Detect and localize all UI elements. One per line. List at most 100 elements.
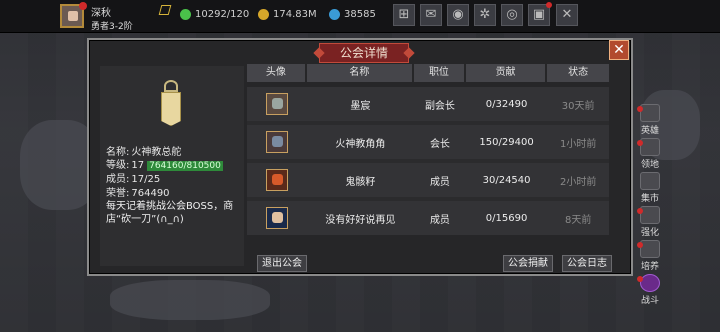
guild-donate-button[interactable]: 公会捐献: [503, 255, 553, 272]
table-row[interactable]: 墨宸 副会长 0/32490 30天前: [247, 87, 609, 121]
shop-button[interactable]: ⊞: [393, 4, 415, 26]
member-status: 30天前: [561, 100, 595, 112]
side-item-label: 战斗: [640, 296, 659, 306]
member-position: 成员: [429, 214, 450, 226]
side-item-enhance[interactable]: 强化: [636, 206, 664, 240]
gold-value: 174.83M: [273, 9, 317, 20]
guild-members-line: 成员: 17/25: [106, 170, 160, 185]
member-rows: 墨宸 副会长 0/32490 30天前 火神教角角 会长 150/29400 1…: [247, 87, 609, 235]
energy-icon: [180, 9, 191, 20]
notification-dot: [637, 276, 643, 282]
portrait-head: [271, 98, 283, 109]
territory-icon: [640, 138, 660, 156]
portrait-head: [271, 136, 283, 147]
member-avatar[interactable]: [265, 131, 288, 153]
side-item-train[interactable]: 培养: [636, 240, 664, 274]
player-rank: 勇者3-2阶: [91, 22, 133, 32]
energy-value: 10292/120: [195, 9, 250, 20]
member-position: 副会长: [424, 100, 455, 112]
member-status: 2小时前: [559, 176, 597, 188]
panel-title: 公会详情: [319, 43, 409, 63]
hero-icon: [640, 104, 660, 122]
player-avatar[interactable]: [60, 2, 87, 28]
header-name: 名称: [306, 64, 413, 82]
market-icon: [640, 172, 660, 190]
member-position: 会长: [429, 138, 450, 150]
table-row[interactable]: 没有好好说再见 成员 0/15690 8天前: [247, 201, 609, 235]
background-rock: [110, 280, 270, 320]
gamepad-button[interactable]: ◉: [447, 4, 469, 26]
side-item-label: 培养: [640, 262, 659, 272]
side-item-battle[interactable]: 战斗: [636, 274, 664, 308]
guild-honor-line: 荣誉: 764490: [106, 184, 170, 199]
gamepad-icon: ◉: [452, 7, 464, 22]
member-contribution: 0/15690: [485, 212, 528, 224]
member-name: 墨宸: [350, 100, 371, 112]
header-position: 职位: [414, 64, 464, 82]
side-item-label: 集市: [640, 194, 659, 204]
member-name: 火神教角角: [335, 138, 386, 150]
color-wheel-icon: ◎: [506, 7, 518, 22]
gold-resource: 174.83M: [258, 9, 317, 20]
table-row[interactable]: 火神教角角 会长 150/29400 1小时前: [247, 125, 609, 159]
member-contribution: 0/32490: [485, 98, 528, 110]
member-status: 8天前: [564, 214, 592, 226]
emblem-banner: [161, 92, 181, 126]
side-item-label: 英雄: [640, 126, 659, 136]
battle-button[interactable]: ✕: [556, 4, 578, 26]
train-icon: [640, 240, 660, 258]
notification-dot: [637, 106, 643, 112]
member-avatar[interactable]: [265, 169, 288, 191]
emblem-crown: [164, 80, 178, 92]
guild-honor: 764490: [131, 188, 170, 199]
gift-icon: ▣: [532, 7, 546, 22]
top-bar: 深秋 勇者3-2阶 10292/120 174.83M 38585 ⊞ ✉ ◉ …: [0, 0, 720, 33]
member-contribution: 30/24540: [482, 174, 531, 186]
notification-dot: [637, 208, 643, 214]
guild-level-line: 等级: 17 764160/810500: [106, 156, 223, 171]
header-contribution: 贡献: [465, 64, 546, 82]
side-menu: 英雄 领地 集市 强化 培养 战斗: [636, 104, 664, 308]
settings-gear-icon: ✲: [479, 7, 491, 22]
color-wheel-button[interactable]: ◎: [501, 4, 523, 26]
edit-name-icon[interactable]: [158, 5, 172, 15]
member-contribution: 150/29400: [479, 136, 534, 148]
member-position: 成员: [429, 176, 450, 188]
enhance-icon: [640, 206, 660, 224]
guild-emblem-icon: [155, 78, 187, 130]
gem-icon: [329, 9, 340, 20]
battle-portal-icon: [640, 274, 660, 292]
member-name: 鬼骸籽: [345, 176, 376, 188]
side-item-territory[interactable]: 领地: [636, 138, 664, 172]
gem-value: 38585: [344, 9, 376, 20]
avatar-face: [68, 11, 78, 21]
notification-dot: [637, 242, 643, 248]
shop-cart-icon: ⊞: [398, 7, 410, 22]
side-item-market[interactable]: 集市: [636, 172, 664, 206]
settings-button[interactable]: ✲: [474, 4, 496, 26]
mail-button[interactable]: ✉: [420, 4, 442, 26]
portrait-head: [271, 174, 283, 185]
battle-swords-icon: ✕: [561, 7, 573, 22]
member-avatar[interactable]: [265, 207, 288, 229]
table-row[interactable]: 鬼骸籽 成员 30/24540 2小时前: [247, 163, 609, 197]
member-status: 1小时前: [559, 138, 597, 150]
guild-notice: 每天记着挑战公会BOSS，商店“砍一刀”(∩_∩): [106, 201, 234, 225]
gold-coin-icon: [258, 9, 269, 20]
header-avatar: 头像: [247, 64, 305, 82]
energy-resource: 10292/120: [180, 9, 249, 20]
leave-guild-button[interactable]: 退出公会: [257, 255, 307, 272]
notification-dot: [79, 2, 87, 10]
side-item-hero[interactable]: 英雄: [636, 104, 664, 138]
side-item-label: 强化: [640, 228, 659, 238]
notification-dot: [637, 140, 643, 146]
guild-details-panel: 公会详情 ✕ 名称: 火神教总舵 等级: 17 764160/810500 成员: 17…: [87, 38, 633, 276]
side-item-label: 领地: [640, 160, 659, 170]
gift-button[interactable]: ▣: [528, 2, 552, 26]
close-button[interactable]: ✕: [609, 40, 629, 60]
member-avatar[interactable]: [265, 93, 288, 115]
table-header: 头像 名称 职位 贡献 状态: [247, 64, 609, 82]
guild-log-button[interactable]: 公会日志: [562, 255, 612, 272]
mail-icon: ✉: [425, 7, 437, 22]
portrait-head: [271, 212, 283, 223]
